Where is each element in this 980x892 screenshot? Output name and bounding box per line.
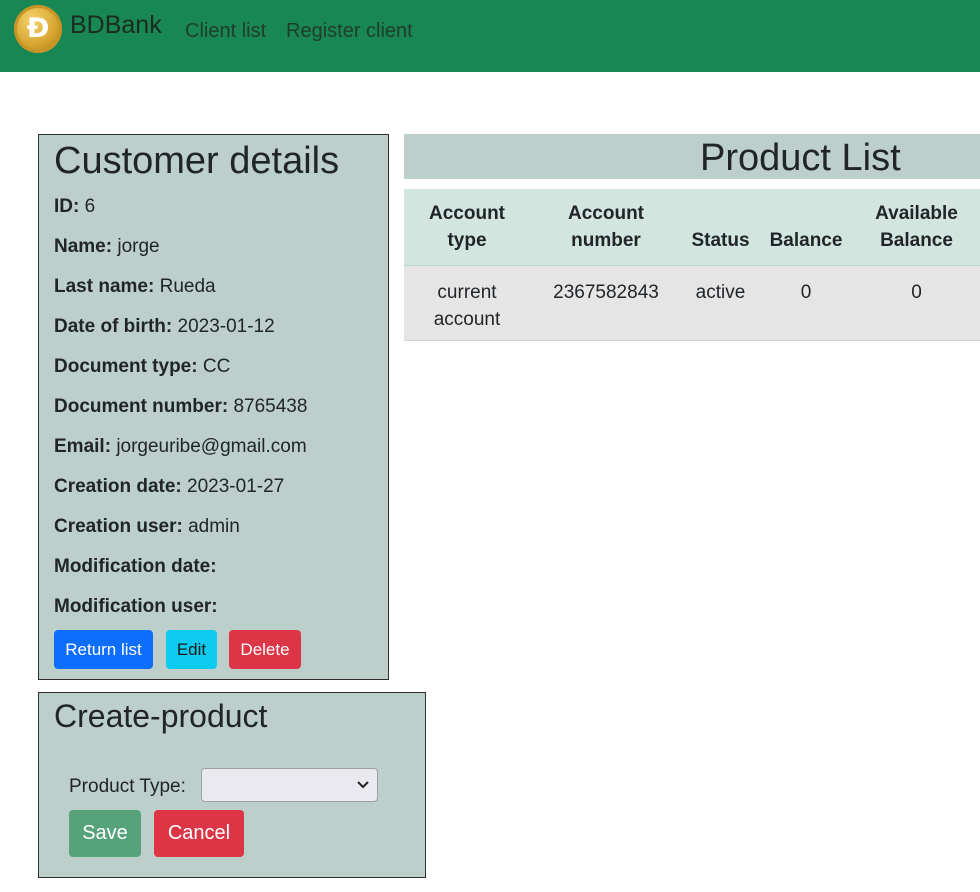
- nav-link-client-list[interactable]: Client list: [185, 20, 266, 43]
- cell-available-balance: 0: [853, 265, 980, 341]
- product-list-title: Product List: [700, 137, 901, 179]
- col-header-status: Status: [682, 189, 759, 266]
- field-modification-date: Modification date:: [54, 556, 217, 577]
- cancel-button[interactable]: Cancel: [154, 810, 244, 857]
- create-product-title: Create-product: [54, 698, 268, 734]
- save-button[interactable]: Save: [69, 810, 141, 857]
- customer-details-title: Customer details: [54, 140, 340, 182]
- field-creation-date: Creation date: 2023-01-27: [54, 476, 285, 497]
- product-type-label: Product Type:: [69, 776, 186, 797]
- field-date-of-birth: Date of birth: 2023-01-12: [54, 316, 275, 337]
- field-creation-user: Creation user: admin: [54, 516, 240, 537]
- cell-status: active: [682, 265, 759, 341]
- brand-name[interactable]: BDBank: [70, 11, 162, 40]
- field-last-name: Last name: Rueda: [54, 276, 216, 297]
- table-header-row: Account type Account number Status Balance…: [404, 189, 980, 266]
- field-id: ID: 6: [54, 196, 96, 217]
- customer-details-card: Customer details ID: 6 Name: jorge Last …: [38, 134, 389, 680]
- delete-button[interactable]: Delete: [229, 630, 301, 669]
- col-header-account-type: Account type: [404, 189, 530, 266]
- product-list-header: Product List: [404, 134, 980, 179]
- field-document-type: Document type: CC: [54, 356, 231, 377]
- col-header-balance: Balance: [759, 189, 853, 266]
- cell-account-type: current account: [404, 265, 530, 341]
- nav-link-register-client[interactable]: Register client: [286, 20, 413, 43]
- col-header-account-number: Account number: [530, 189, 682, 266]
- edit-button[interactable]: Edit: [166, 630, 217, 669]
- return-list-button[interactable]: Return list: [54, 630, 153, 669]
- table-row[interactable]: current account 2367582843 active 0 0: [404, 265, 980, 341]
- top-navbar: Đ BDBank Client list Register client: [0, 0, 980, 72]
- bank-logo-icon[interactable]: Đ: [14, 5, 62, 53]
- col-header-available-balance: Available Balance: [853, 189, 980, 266]
- field-document-number: Document number: 8765438: [54, 396, 308, 417]
- field-modification-user: Modification user:: [54, 596, 218, 617]
- cell-account-number: 2367582843: [530, 265, 682, 341]
- chevron-down-icon: [357, 775, 369, 798]
- product-table: Account type Account number Status Balance…: [404, 189, 980, 341]
- field-email: Email: jorgeuribe@gmail.com: [54, 436, 307, 457]
- cell-balance: 0: [759, 265, 853, 341]
- create-product-card: Create-product Product Type: Save Cancel: [38, 692, 426, 878]
- field-name: Name: jorge: [54, 236, 160, 257]
- product-type-select[interactable]: [201, 768, 378, 802]
